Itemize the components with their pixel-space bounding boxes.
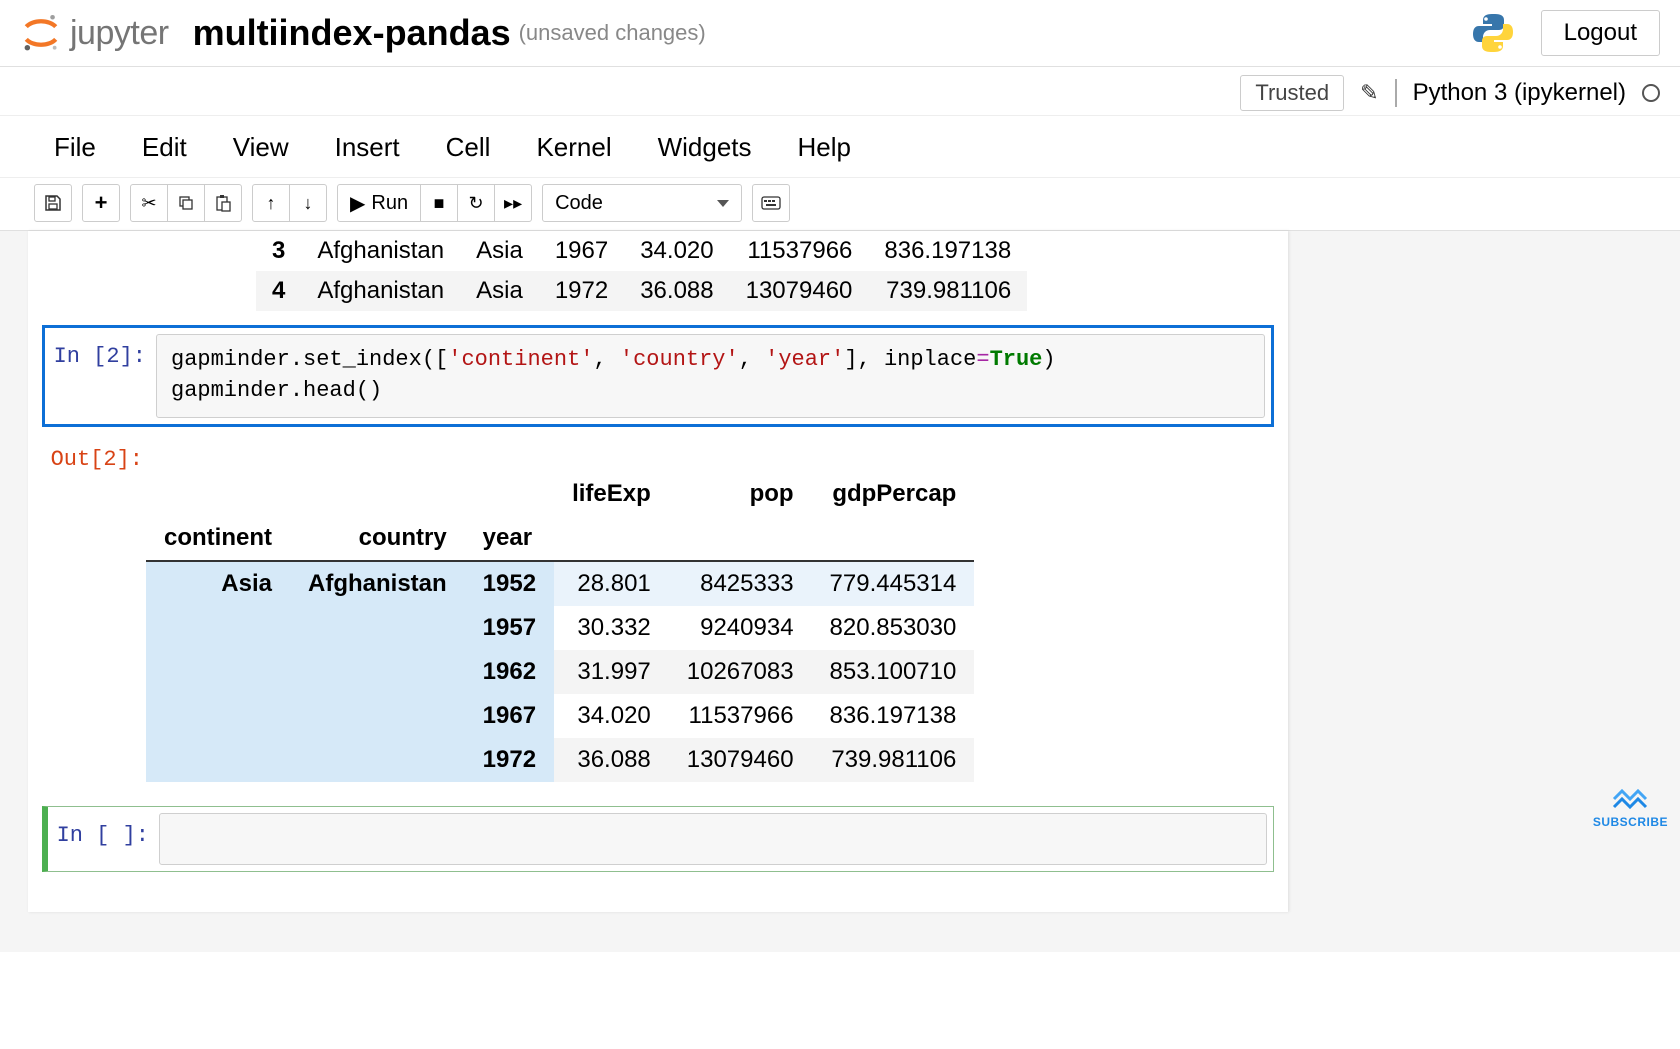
table-cell: 820.853030 bbox=[812, 606, 975, 650]
menu-cell[interactable]: Cell bbox=[446, 132, 491, 163]
table-cell: 34.020 bbox=[624, 231, 729, 271]
col-lifeexp: lifeExp bbox=[554, 472, 669, 516]
idx-year: year bbox=[465, 516, 554, 561]
table-cell: 36.088 bbox=[554, 738, 669, 782]
move-up-icon[interactable]: ↑ bbox=[252, 184, 290, 222]
celltype-select[interactable]: Code bbox=[542, 184, 742, 222]
table-cell: Asia bbox=[460, 231, 539, 271]
paste-icon[interactable] bbox=[204, 184, 242, 222]
out-prompt: Out[2]: bbox=[48, 437, 153, 472]
table-cell: 4 bbox=[256, 271, 301, 311]
menubar: File Edit View Insert Cell Kernel Widget… bbox=[0, 116, 1680, 178]
trusted-badge[interactable]: Trusted bbox=[1240, 75, 1344, 111]
idx-val-country: Afghanistan bbox=[290, 561, 465, 782]
col-gdp: gdpPercap bbox=[812, 472, 975, 516]
code-cell-2[interactable]: In [2]: gapminder.set_index(['continent'… bbox=[42, 325, 1274, 427]
table-cell: 36.088 bbox=[624, 271, 729, 311]
command-palette-icon[interactable] bbox=[752, 184, 790, 222]
output-table-partial: 3 Afghanistan Asia 1967 34.020 11537966 … bbox=[256, 231, 1027, 311]
header-bar: jupyter multiindex-pandas (unsaved chang… bbox=[0, 0, 1680, 67]
restart-icon[interactable]: ↻ bbox=[457, 184, 495, 222]
copy-icon[interactable] bbox=[167, 184, 205, 222]
table-cell: Asia bbox=[460, 271, 539, 311]
subscribe-badge[interactable]: SUBSCRIBE bbox=[1593, 783, 1668, 829]
jupyter-logo[interactable]: jupyter bbox=[20, 12, 169, 54]
code-editor[interactable] bbox=[159, 813, 1267, 866]
notebook-container: 3 Afghanistan Asia 1967 34.020 11537966 … bbox=[0, 231, 1680, 952]
table-cell: 1967 bbox=[539, 231, 624, 271]
table-cell: 1972 bbox=[539, 271, 624, 311]
notebook-name[interactable]: multiindex-pandas bbox=[193, 12, 511, 54]
idx-val-year: 1967 bbox=[465, 694, 554, 738]
python-icon bbox=[1471, 11, 1515, 55]
menu-edit[interactable]: Edit bbox=[142, 132, 187, 163]
kernel-status-row: Trusted ✎ Python 3 (ipykernel) bbox=[0, 67, 1680, 116]
menu-file[interactable]: File bbox=[54, 132, 96, 163]
run-label: Run bbox=[371, 192, 408, 215]
menu-view[interactable]: View bbox=[233, 132, 289, 163]
idx-continent: continent bbox=[146, 516, 290, 561]
interrupt-icon[interactable]: ■ bbox=[420, 184, 458, 222]
table-cell: 11537966 bbox=[730, 231, 869, 271]
menu-help[interactable]: Help bbox=[798, 132, 851, 163]
idx-country: country bbox=[290, 516, 465, 561]
table-cell: Afghanistan bbox=[301, 271, 460, 311]
table-cell: 779.445314 bbox=[812, 561, 975, 606]
run-button[interactable]: ▶ Run bbox=[337, 184, 421, 222]
add-cell-icon[interactable]: + bbox=[82, 184, 120, 222]
table-cell: 28.801 bbox=[554, 561, 669, 606]
in-prompt: In [2]: bbox=[51, 334, 156, 369]
code-editor[interactable]: gapminder.set_index(['continent', 'count… bbox=[156, 334, 1265, 418]
jupyter-logo-text: jupyter bbox=[70, 14, 169, 53]
pencil-icon[interactable]: ✎ bbox=[1360, 80, 1378, 106]
move-down-icon[interactable]: ↓ bbox=[289, 184, 327, 222]
kernel-name[interactable]: Python 3 (ipykernel) bbox=[1395, 79, 1626, 107]
menu-insert[interactable]: Insert bbox=[335, 132, 400, 163]
idx-val-year: 1957 bbox=[465, 606, 554, 650]
celltype-value: Code bbox=[555, 192, 603, 215]
table-cell: 31.997 bbox=[554, 650, 669, 694]
table-cell: 8425333 bbox=[669, 561, 812, 606]
cut-icon[interactable]: ✂ bbox=[130, 184, 168, 222]
table-cell: 13079460 bbox=[669, 738, 812, 782]
idx-val-year: 1962 bbox=[465, 650, 554, 694]
table-cell: 9240934 bbox=[669, 606, 812, 650]
table-cell: 30.332 bbox=[554, 606, 669, 650]
table-cell: 11537966 bbox=[669, 694, 812, 738]
subscribe-label: SUBSCRIBE bbox=[1593, 815, 1668, 829]
table-cell: 853.100710 bbox=[812, 650, 975, 694]
toolbar: + ✂ ↑ ↓ ▶ Run ■ ↻ ▸▸ Code bbox=[0, 178, 1680, 231]
idx-val-year: 1952 bbox=[465, 561, 554, 606]
table-cell: 3 bbox=[256, 231, 301, 271]
table-cell: 10267083 bbox=[669, 650, 812, 694]
table-cell: 836.197138 bbox=[812, 694, 975, 738]
jupyter-icon bbox=[20, 12, 62, 54]
kernel-status-icon bbox=[1642, 84, 1660, 102]
menu-kernel[interactable]: Kernel bbox=[536, 132, 611, 163]
logout-button[interactable]: Logout bbox=[1541, 10, 1660, 56]
table-cell: 13079460 bbox=[730, 271, 869, 311]
idx-val-year: 1972 bbox=[465, 738, 554, 782]
idx-val-continent: Asia bbox=[146, 561, 290, 782]
col-pop: pop bbox=[669, 472, 812, 516]
table-cell: Afghanistan bbox=[301, 231, 460, 271]
restart-run-all-icon[interactable]: ▸▸ bbox=[494, 184, 532, 222]
table-cell: 34.020 bbox=[554, 694, 669, 738]
unsaved-indicator: (unsaved changes) bbox=[519, 20, 706, 46]
table-cell: 739.981106 bbox=[868, 271, 1027, 311]
table-cell: 836.197138 bbox=[868, 231, 1027, 271]
multiindex-output-table: lifeExp pop gdpPercap continent country … bbox=[146, 472, 974, 782]
save-icon[interactable] bbox=[34, 184, 72, 222]
menu-widgets[interactable]: Widgets bbox=[658, 132, 752, 163]
table-cell: 739.981106 bbox=[812, 738, 975, 782]
in-prompt: In [ ]: bbox=[54, 813, 159, 848]
code-cell-empty[interactable]: In [ ]: bbox=[42, 806, 1274, 873]
